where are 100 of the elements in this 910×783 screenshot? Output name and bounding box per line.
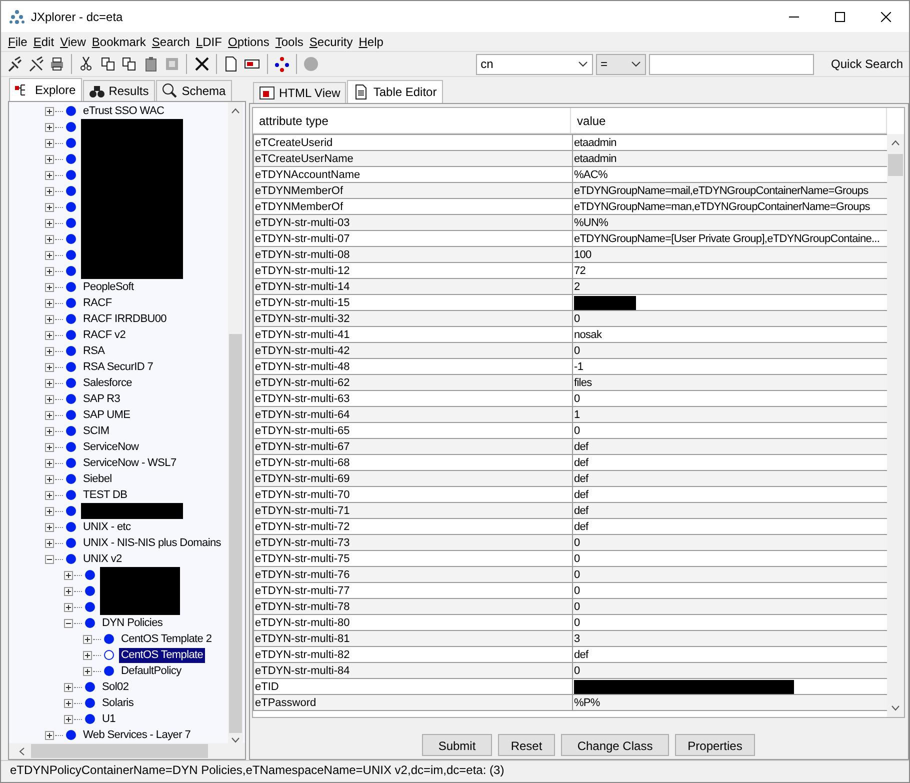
tree-item[interactable]: Siebel bbox=[81, 472, 114, 486]
expand-icon[interactable] bbox=[45, 506, 54, 516]
expand-icon[interactable] bbox=[45, 122, 54, 132]
expand-icon[interactable] bbox=[45, 346, 54, 356]
menu-item[interactable]: Edit bbox=[30, 32, 58, 50]
tree-item[interactable]: DYN Policies bbox=[100, 616, 165, 630]
expand-icon[interactable] bbox=[64, 682, 73, 692]
menu-item[interactable]: Options bbox=[224, 32, 272, 50]
dialog-button[interactable]: Reset bbox=[498, 734, 555, 756]
collapse-icon[interactable] bbox=[64, 618, 73, 628]
tree-item[interactable]: UNIX v2 bbox=[81, 552, 124, 566]
expand-icon[interactable] bbox=[45, 410, 54, 420]
tree-item[interactable]: Web Services - Layer 7 bbox=[81, 728, 193, 742]
scroll-down-icon[interactable] bbox=[231, 737, 240, 743]
tab[interactable]: HTML View bbox=[253, 82, 346, 103]
expand-icon[interactable] bbox=[45, 298, 54, 308]
tree-item[interactable]: RSA bbox=[81, 344, 107, 358]
expand-icon[interactable] bbox=[64, 570, 73, 580]
expand-icon[interactable] bbox=[45, 362, 54, 372]
expand-icon[interactable] bbox=[83, 650, 92, 660]
tree-item[interactable]: SCIM bbox=[81, 424, 112, 438]
expand-icon[interactable] bbox=[45, 394, 54, 404]
tree-item[interactable]: CentOS Template 2 bbox=[119, 632, 214, 646]
tree-item[interactable]: U1 bbox=[100, 712, 118, 726]
tab[interactable]: Schema bbox=[156, 80, 232, 101]
expand-icon[interactable] bbox=[45, 538, 54, 548]
expand-icon[interactable] bbox=[64, 586, 73, 596]
expand-icon[interactable] bbox=[45, 474, 54, 484]
scroll-down-icon[interactable] bbox=[891, 705, 900, 711]
expand-icon[interactable] bbox=[45, 106, 54, 116]
scrollbar[interactable] bbox=[228, 102, 243, 743]
tree-item[interactable]: SAP R3 bbox=[81, 392, 122, 406]
tree-item[interactable]: Salesforce bbox=[81, 376, 134, 390]
tab[interactable]: Explore bbox=[9, 78, 82, 101]
tab[interactable]: Table Editor bbox=[347, 80, 443, 103]
expand-icon[interactable] bbox=[83, 666, 92, 676]
menu-item[interactable]: Security bbox=[306, 32, 356, 50]
menu-item[interactable]: View bbox=[57, 32, 89, 50]
expand-icon[interactable] bbox=[83, 634, 92, 644]
tree-item[interactable]: UNIX - NIS-NIS plus Domains bbox=[81, 536, 223, 550]
expand-icon[interactable] bbox=[45, 218, 54, 228]
caret-icon[interactable] bbox=[631, 61, 642, 67]
dropdown[interactable]: = bbox=[596, 54, 646, 74]
tree-item[interactable]: Solaris bbox=[100, 696, 136, 710]
expand-icon[interactable] bbox=[64, 714, 73, 724]
tree-item[interactable]: RACF bbox=[81, 296, 114, 310]
tree-item[interactable]: RACF IRRDBU00 bbox=[81, 312, 169, 326]
dialog-button[interactable]: Change Class bbox=[561, 734, 669, 756]
close-icon[interactable] bbox=[881, 12, 891, 22]
scroll-left-icon[interactable] bbox=[19, 746, 25, 756]
expand-icon[interactable] bbox=[45, 522, 54, 532]
expand-icon[interactable] bbox=[45, 250, 54, 260]
expand-icon[interactable] bbox=[45, 170, 54, 180]
scroll-up-icon[interactable] bbox=[891, 140, 900, 146]
menu-item[interactable]: Tools bbox=[272, 32, 306, 50]
tree-item[interactable]: eTrust SSO WAC bbox=[81, 104, 166, 118]
expand-icon[interactable] bbox=[45, 426, 54, 436]
scroll-up-icon[interactable] bbox=[231, 108, 240, 114]
expand-icon[interactable] bbox=[45, 330, 54, 340]
tab[interactable]: Results bbox=[82, 80, 155, 101]
tree-icon[interactable] bbox=[272, 54, 291, 74]
expand-icon[interactable] bbox=[45, 186, 54, 196]
expand-icon[interactable] bbox=[45, 730, 54, 740]
expand-icon[interactable] bbox=[45, 154, 54, 164]
menu-item[interactable]: Help bbox=[356, 32, 386, 50]
tree-item[interactable]: TEST DB bbox=[81, 488, 130, 502]
tree-item[interactable]: SAP UME bbox=[81, 408, 132, 422]
menu-item[interactable]: File bbox=[5, 32, 30, 50]
caret-icon[interactable] bbox=[578, 61, 588, 67]
expand-icon[interactable] bbox=[64, 602, 73, 612]
expand-icon[interactable] bbox=[45, 234, 54, 244]
expand-icon[interactable] bbox=[45, 442, 54, 452]
scroll-thumb[interactable] bbox=[888, 154, 904, 176]
menu-item[interactable]: Bookmark bbox=[88, 32, 149, 50]
tree-item[interactable]: DefaultPolicy bbox=[119, 664, 184, 678]
dialog-button[interactable]: Submit bbox=[422, 734, 492, 756]
collapse-icon[interactable] bbox=[45, 554, 54, 564]
expand-icon[interactable] bbox=[45, 282, 54, 292]
tree-item[interactable]: UNIX - etc bbox=[81, 520, 133, 534]
expand-icon[interactable] bbox=[45, 266, 54, 276]
tree-item[interactable]: RACF v2 bbox=[81, 328, 128, 342]
expand-icon[interactable] bbox=[45, 202, 54, 212]
menu-item[interactable]: Search bbox=[148, 32, 193, 50]
expand-icon[interactable] bbox=[45, 490, 54, 500]
dropdown[interactable]: cn bbox=[476, 54, 592, 74]
tree-item[interactable]: RSA SecurID 7 bbox=[81, 360, 156, 374]
scrollbar[interactable] bbox=[887, 134, 904, 717]
tree-item[interactable]: Sol02 bbox=[100, 680, 131, 694]
expand-icon[interactable] bbox=[64, 698, 73, 708]
tree-item[interactable]: PeopleSoft bbox=[81, 280, 136, 294]
tree-item[interactable]: ServiceNow - WSL7 bbox=[81, 456, 178, 470]
menu-item[interactable]: LDIF bbox=[192, 32, 225, 50]
horizontal-scrollbar[interactable] bbox=[9, 743, 245, 759]
expand-icon[interactable] bbox=[45, 458, 54, 468]
maximize-icon[interactable] bbox=[835, 12, 845, 22]
search-field[interactable] bbox=[649, 54, 814, 74]
expand-icon[interactable] bbox=[45, 314, 54, 324]
quick-search-button[interactable]: Quick Search bbox=[825, 54, 910, 74]
expand-icon[interactable] bbox=[45, 378, 54, 388]
tree-item[interactable]: ServiceNow bbox=[81, 440, 141, 454]
